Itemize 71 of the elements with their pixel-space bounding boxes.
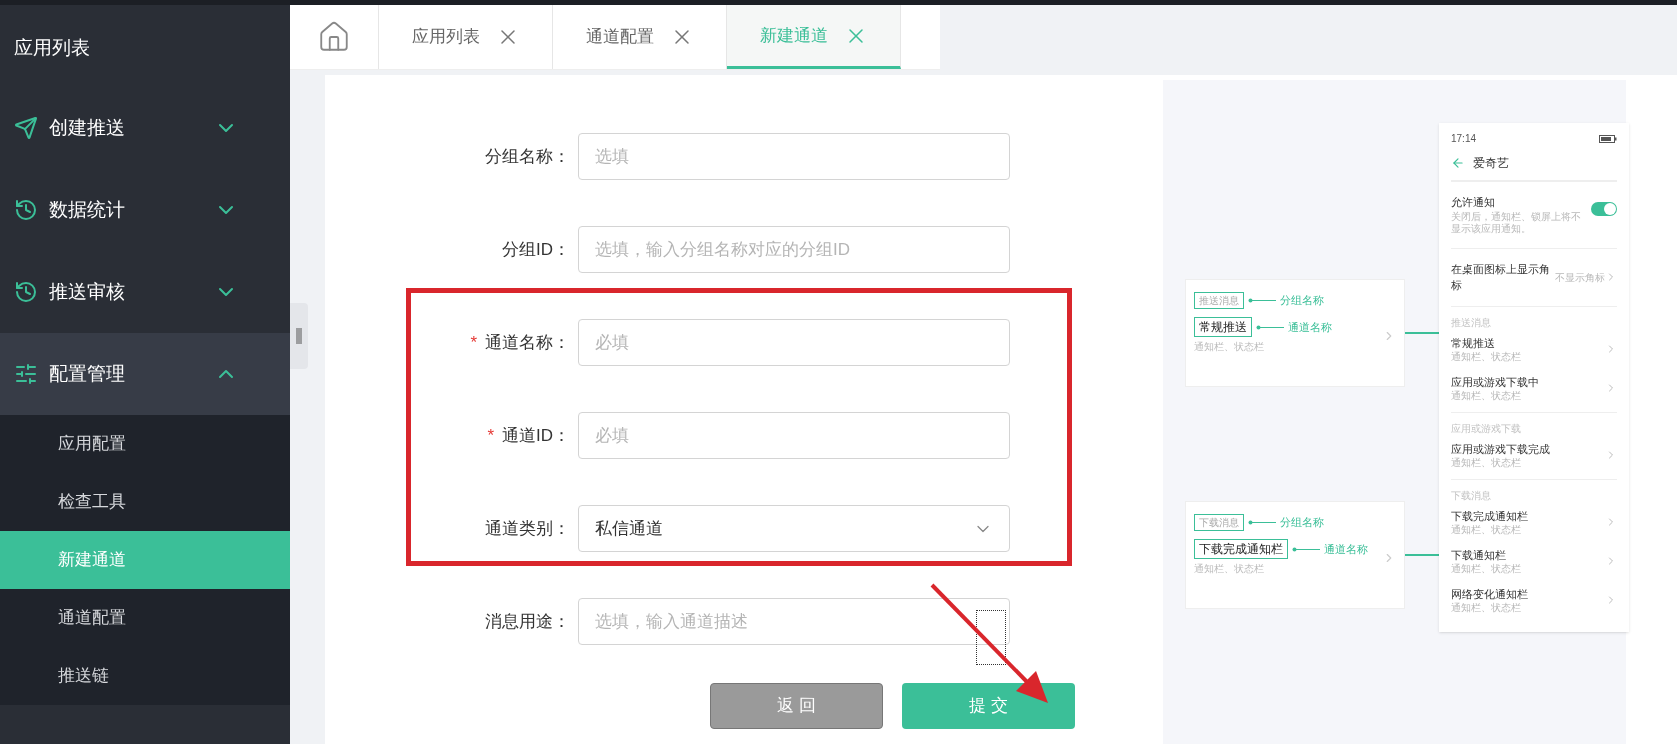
submenu-item[interactable]: 通道配置 — [0, 589, 290, 647]
setting-title: 允许通知 — [1451, 195, 1496, 210]
select-field[interactable]: 私信通道 — [578, 505, 1010, 552]
channel-subtitle: 通知栏、状态栏 — [1451, 602, 1522, 615]
battery-icon — [1599, 134, 1617, 143]
channel-subtitle: 通知栏、状态栏 — [1451, 524, 1522, 537]
menu-group-label: 数据统计 — [49, 197, 126, 222]
channel-tag: 常规推送 — [1194, 317, 1252, 337]
menu-group-label: 配置管理 — [49, 361, 126, 386]
channel-title: 常规推送 — [1451, 335, 1496, 351]
channel-title: 应用或游戏下载完成 — [1451, 441, 1551, 457]
history-icon — [14, 198, 38, 222]
sidebar-title: 应用列表 — [14, 36, 90, 61]
connector-line — [1405, 332, 1439, 334]
leader-line — [1248, 298, 1276, 303]
field-label: 分组ID： — [502, 238, 570, 261]
channel-subtitle: 通知栏、状态栏 — [1451, 390, 1522, 403]
setting-title: 在桌面图标上显示角标 — [1451, 261, 1551, 293]
input-field[interactable]: 选填，输入分组名称对应的分组ID — [578, 226, 1010, 273]
field-label: 通道ID： — [502, 424, 570, 447]
field-label: 通道名称： — [485, 331, 570, 354]
field-label: 分组名称： — [485, 145, 570, 168]
input-field[interactable]: 选填 — [578, 133, 1010, 180]
leader-line — [1292, 546, 1320, 552]
channel-subtitle: 通知栏、状态栏 — [1451, 563, 1522, 576]
callout-note: 分组名称 — [1280, 515, 1324, 531]
home-icon — [317, 20, 351, 54]
tab[interactable]: 应用列表 — [379, 5, 553, 69]
callout-note: 分组名称 — [1280, 293, 1324, 309]
paper-plane-icon — [14, 116, 38, 140]
required-mark: * — [487, 424, 494, 447]
leader-line — [1248, 520, 1276, 525]
group-tag: 下载消息 — [1194, 514, 1244, 531]
menu-group-label: 创建推送 — [49, 115, 126, 140]
group-tag: 推送消息 — [1194, 292, 1244, 309]
submenu-item[interactable]: 推送链 — [0, 647, 290, 705]
history-icon — [14, 280, 38, 304]
dotted-marker — [976, 610, 1006, 665]
channel-title: 应用或游戏下载中 — [1451, 374, 1540, 390]
input-field[interactable]: 必填 — [578, 412, 1010, 459]
channel-subtitle: 通知栏、状态栏 — [1451, 351, 1522, 364]
channel-subtitle: 通知栏、状态栏 — [1194, 340, 1265, 354]
connector-line — [1405, 554, 1439, 556]
callout-note: 通道名称 — [1288, 319, 1332, 335]
menu-group[interactable]: 创建推送 — [0, 87, 290, 169]
required-mark: * — [470, 331, 477, 354]
toggle-switch[interactable] — [1591, 202, 1617, 216]
channel-title: 下载完成通知栏 — [1451, 508, 1529, 524]
setting-value: 不显示角标 — [1555, 270, 1605, 285]
submenu-item[interactable]: 检查工具 — [0, 473, 290, 531]
channel-title: 网络变化通知栏 — [1451, 586, 1529, 602]
submenu-item[interactable]: 应用配置 — [0, 415, 290, 473]
menu-group-label: 推送审核 — [49, 279, 126, 304]
menu-group[interactable]: 配置管理 — [0, 333, 290, 415]
callout-note: 通道名称 — [1324, 541, 1368, 557]
channel-tag: 下载完成通知栏 — [1194, 539, 1288, 559]
field-label: 通道类别： — [485, 517, 570, 540]
menu-group[interactable]: 数据统计 — [0, 169, 290, 251]
channel-subtitle: 通知栏、状态栏 — [1194, 562, 1265, 576]
grip-icon — [296, 328, 302, 344]
collapse-handle[interactable] — [290, 303, 308, 369]
phone-title: 爱奇艺 — [1473, 155, 1509, 172]
input-field[interactable]: 必填 — [578, 319, 1010, 366]
channel-subtitle: 通知栏、状态栏 — [1451, 457, 1522, 470]
menu-group[interactable]: 推送审核 — [0, 251, 290, 333]
leader-line — [1256, 324, 1284, 330]
input-field[interactable]: 选填，输入通道描述 — [578, 598, 1010, 645]
channel-title: 下载通知栏 — [1451, 547, 1507, 563]
field-label: 消息用途： — [485, 610, 570, 633]
sliders-icon — [14, 362, 38, 386]
status-time: 17:14 — [1451, 132, 1477, 146]
